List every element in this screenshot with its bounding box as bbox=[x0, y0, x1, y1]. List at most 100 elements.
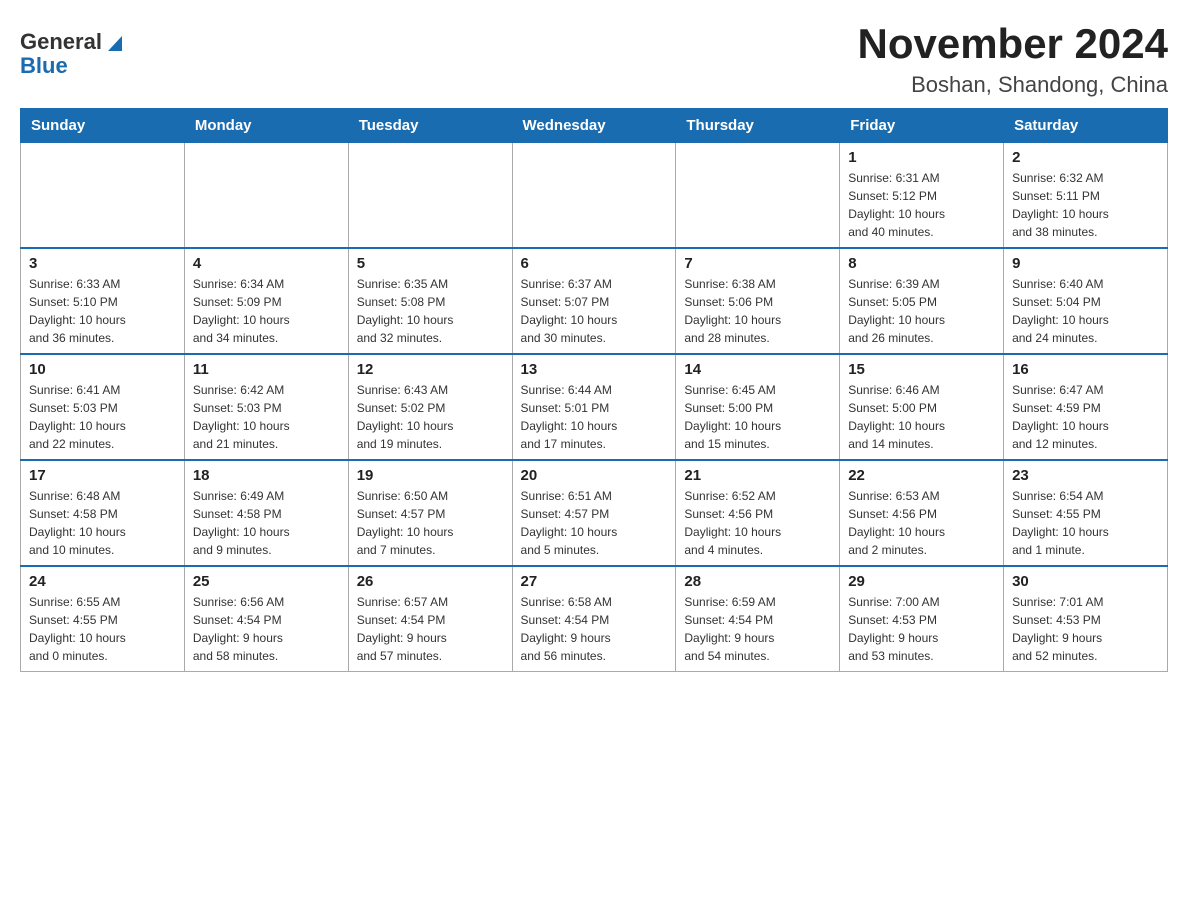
calendar-cell-w2-d3: 5 Sunrise: 6:35 AM Sunset: 5:08 PM Daylig… bbox=[348, 248, 512, 354]
day-number: 6 bbox=[521, 255, 668, 272]
logo-triangle-icon bbox=[104, 31, 126, 53]
day-number: 19 bbox=[357, 467, 504, 484]
day-info: Sunrise: 6:49 AM Sunset: 4:58 PM Dayligh… bbox=[193, 487, 340, 559]
day-number: 9 bbox=[1012, 255, 1159, 272]
day-info: Sunrise: 6:54 AM Sunset: 4:55 PM Dayligh… bbox=[1012, 487, 1159, 559]
day-number: 5 bbox=[357, 255, 504, 272]
day-number: 7 bbox=[684, 255, 831, 272]
calendar-cell-w3-d2: 11Sunrise: 6:42 AM Sunset: 5:03 PM Dayli… bbox=[184, 354, 348, 460]
calendar-cell-w5-d2: 25 Sunrise: 6:56 AM Sunset: 4:54 PM Dayli… bbox=[184, 566, 348, 672]
calendar-cell-w1-d4 bbox=[512, 143, 676, 249]
day-number: 4 bbox=[193, 255, 340, 272]
day-number: 28 bbox=[684, 573, 831, 590]
day-info: Sunrise: 7:01 AM Sunset: 4:53 PM Dayligh… bbox=[1012, 593, 1159, 665]
day-number: 8 bbox=[848, 255, 995, 272]
day-number: 30 bbox=[1012, 573, 1159, 590]
calendar-cell-w5-d6: 29Sunrise: 7:00 AM Sunset: 4:53 PM Dayli… bbox=[840, 566, 1004, 672]
calendar-week-5: 24Sunrise: 6:55 AM Sunset: 4:55 PM Dayli… bbox=[21, 566, 1168, 672]
calendar-cell-w5-d5: 28Sunrise: 6:59 AM Sunset: 4:54 PM Dayli… bbox=[676, 566, 840, 672]
day-number: 20 bbox=[521, 467, 668, 484]
day-number: 1 bbox=[848, 149, 995, 166]
day-number: 3 bbox=[29, 255, 176, 272]
header-wednesday: Wednesday bbox=[512, 109, 676, 143]
weekday-header-row: Sunday Monday Tuesday Wednesday Thursday… bbox=[21, 109, 1168, 143]
calendar-cell-w3-d4: 13 Sunrise: 6:44 AM Sunset: 5:01 PM Dayli… bbox=[512, 354, 676, 460]
day-number: 22 bbox=[848, 467, 995, 484]
calendar-cell-w3-d3: 12 Sunrise: 6:43 AM Sunset: 5:02 PM Dayli… bbox=[348, 354, 512, 460]
calendar-cell-w1-d7: 2Sunrise: 6:32 AM Sunset: 5:11 PM Daylig… bbox=[1004, 143, 1168, 249]
calendar-cell-w5-d7: 30 Sunrise: 7:01 AM Sunset: 4:53 PM Dayli… bbox=[1004, 566, 1168, 672]
day-number: 16 bbox=[1012, 361, 1159, 378]
day-info: Sunrise: 6:50 AM Sunset: 4:57 PM Dayligh… bbox=[357, 487, 504, 559]
calendar-cell-w3-d6: 15 Sunrise: 6:46 AM Sunset: 5:00 PM Dayli… bbox=[840, 354, 1004, 460]
calendar-cell-w5-d1: 24Sunrise: 6:55 AM Sunset: 4:55 PM Dayli… bbox=[21, 566, 185, 672]
day-info: Sunrise: 6:44 AM Sunset: 5:01 PM Dayligh… bbox=[521, 381, 668, 453]
calendar-cell-w4-d5: 21 Sunrise: 6:52 AM Sunset: 4:56 PM Dayli… bbox=[676, 460, 840, 566]
header-sunday: Sunday bbox=[21, 109, 185, 143]
header-tuesday: Tuesday bbox=[348, 109, 512, 143]
day-number: 24 bbox=[29, 573, 176, 590]
day-number: 10 bbox=[29, 361, 176, 378]
logo-general-text: General bbox=[20, 30, 102, 54]
calendar-cell-w3-d1: 10 Sunrise: 6:41 AM Sunset: 5:03 PM Dayli… bbox=[21, 354, 185, 460]
day-info: Sunrise: 6:40 AM Sunset: 5:04 PM Dayligh… bbox=[1012, 275, 1159, 347]
day-number: 11 bbox=[193, 361, 340, 378]
day-number: 26 bbox=[357, 573, 504, 590]
day-info: Sunrise: 6:46 AM Sunset: 5:00 PM Dayligh… bbox=[848, 381, 995, 453]
calendar-cell-w4-d4: 20Sunrise: 6:51 AM Sunset: 4:57 PM Dayli… bbox=[512, 460, 676, 566]
day-info: Sunrise: 6:34 AM Sunset: 5:09 PM Dayligh… bbox=[193, 275, 340, 347]
calendar-cell-w3-d7: 16 Sunrise: 6:47 AM Sunset: 4:59 PM Dayli… bbox=[1004, 354, 1168, 460]
day-info: Sunrise: 6:47 AM Sunset: 4:59 PM Dayligh… bbox=[1012, 381, 1159, 453]
day-info: Sunrise: 6:41 AM Sunset: 5:03 PM Dayligh… bbox=[29, 381, 176, 453]
calendar-cell-w5-d4: 27 Sunrise: 6:58 AM Sunset: 4:54 PM Dayli… bbox=[512, 566, 676, 672]
calendar-table: Sunday Monday Tuesday Wednesday Thursday… bbox=[20, 108, 1168, 672]
calendar-cell-w3-d5: 14Sunrise: 6:45 AM Sunset: 5:00 PM Dayli… bbox=[676, 354, 840, 460]
calendar-cell-w2-d2: 4 Sunrise: 6:34 AM Sunset: 5:09 PM Daylig… bbox=[184, 248, 348, 354]
calendar-cell-w4-d6: 22 Sunrise: 6:53 AM Sunset: 4:56 PM Dayli… bbox=[840, 460, 1004, 566]
day-number: 17 bbox=[29, 467, 176, 484]
calendar-week-2: 3 Sunrise: 6:33 AM Sunset: 5:10 PM Daylig… bbox=[21, 248, 1168, 354]
day-info: Sunrise: 6:56 AM Sunset: 4:54 PM Dayligh… bbox=[193, 593, 340, 665]
header-saturday: Saturday bbox=[1004, 109, 1168, 143]
calendar-cell-w4-d3: 19 Sunrise: 6:50 AM Sunset: 4:57 PM Dayli… bbox=[348, 460, 512, 566]
day-info: Sunrise: 6:43 AM Sunset: 5:02 PM Dayligh… bbox=[357, 381, 504, 453]
day-info: Sunrise: 6:39 AM Sunset: 5:05 PM Dayligh… bbox=[848, 275, 995, 347]
day-info: Sunrise: 6:35 AM Sunset: 5:08 PM Dayligh… bbox=[357, 275, 504, 347]
calendar-week-3: 10 Sunrise: 6:41 AM Sunset: 5:03 PM Dayli… bbox=[21, 354, 1168, 460]
day-number: 15 bbox=[848, 361, 995, 378]
calendar-title: November 2024 bbox=[857, 20, 1168, 68]
calendar-cell-w1-d6: 1 Sunrise: 6:31 AM Sunset: 5:12 PM Daylig… bbox=[840, 143, 1004, 249]
day-info: Sunrise: 6:53 AM Sunset: 4:56 PM Dayligh… bbox=[848, 487, 995, 559]
day-info: Sunrise: 6:33 AM Sunset: 5:10 PM Dayligh… bbox=[29, 275, 176, 347]
calendar-cell-w5-d3: 26Sunrise: 6:57 AM Sunset: 4:54 PM Dayli… bbox=[348, 566, 512, 672]
day-info: Sunrise: 6:37 AM Sunset: 5:07 PM Dayligh… bbox=[521, 275, 668, 347]
calendar-cell-w2-d1: 3 Sunrise: 6:33 AM Sunset: 5:10 PM Daylig… bbox=[21, 248, 185, 354]
calendar-subtitle: Boshan, Shandong, China bbox=[857, 72, 1168, 98]
logo-blue-text: Blue bbox=[20, 53, 68, 78]
title-block: November 2024 Boshan, Shandong, China bbox=[857, 20, 1168, 98]
page-header: General Blue November 2024 Boshan, Shand… bbox=[20, 20, 1168, 98]
day-number: 25 bbox=[193, 573, 340, 590]
day-number: 12 bbox=[357, 361, 504, 378]
calendar-cell-w2-d5: 7 Sunrise: 6:38 AM Sunset: 5:06 PM Daylig… bbox=[676, 248, 840, 354]
calendar-cell-w1-d1 bbox=[21, 143, 185, 249]
calendar-cell-w2-d6: 8 Sunrise: 6:39 AM Sunset: 5:05 PM Daylig… bbox=[840, 248, 1004, 354]
day-number: 13 bbox=[521, 361, 668, 378]
calendar-cell-w4-d2: 18Sunrise: 6:49 AM Sunset: 4:58 PM Dayli… bbox=[184, 460, 348, 566]
header-monday: Monday bbox=[184, 109, 348, 143]
calendar-cell-w1-d5 bbox=[676, 143, 840, 249]
day-number: 2 bbox=[1012, 149, 1159, 166]
calendar-cell-w4-d1: 17 Sunrise: 6:48 AM Sunset: 4:58 PM Dayli… bbox=[21, 460, 185, 566]
header-friday: Friday bbox=[840, 109, 1004, 143]
day-info: Sunrise: 6:48 AM Sunset: 4:58 PM Dayligh… bbox=[29, 487, 176, 559]
day-number: 27 bbox=[521, 573, 668, 590]
day-info: Sunrise: 6:52 AM Sunset: 4:56 PM Dayligh… bbox=[684, 487, 831, 559]
day-number: 23 bbox=[1012, 467, 1159, 484]
day-number: 21 bbox=[684, 467, 831, 484]
day-info: Sunrise: 6:38 AM Sunset: 5:06 PM Dayligh… bbox=[684, 275, 831, 347]
day-info: Sunrise: 6:31 AM Sunset: 5:12 PM Dayligh… bbox=[848, 169, 995, 241]
calendar-week-4: 17 Sunrise: 6:48 AM Sunset: 4:58 PM Dayli… bbox=[21, 460, 1168, 566]
day-number: 14 bbox=[684, 361, 831, 378]
calendar-cell-w1-d3 bbox=[348, 143, 512, 249]
day-info: Sunrise: 6:58 AM Sunset: 4:54 PM Dayligh… bbox=[521, 593, 668, 665]
